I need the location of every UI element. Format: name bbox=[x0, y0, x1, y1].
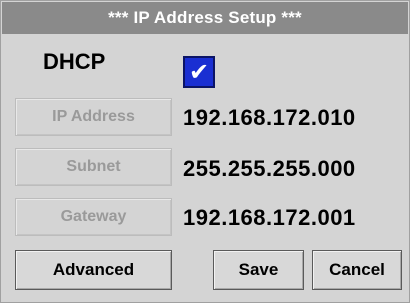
gateway-button[interactable]: Gateway bbox=[15, 198, 172, 236]
dialog-title: *** IP Address Setup *** bbox=[2, 2, 408, 34]
save-button[interactable]: Save bbox=[213, 250, 304, 290]
gateway-value: 192.168.172.001 bbox=[183, 205, 356, 230]
subnet-value: 255.255.255.000 bbox=[183, 156, 356, 181]
ip-address-value: 192.168.172.010 bbox=[183, 105, 356, 130]
ip-setup-dialog: *** IP Address Setup *** DHCP ✔ IP Addre… bbox=[0, 0, 410, 303]
dhcp-checkbox[interactable]: ✔ bbox=[183, 56, 215, 88]
dhcp-label: DHCP bbox=[43, 49, 106, 74]
ip-address-button[interactable]: IP Address bbox=[15, 98, 172, 136]
checkmark-icon: ✔ bbox=[188, 59, 210, 86]
cancel-button[interactable]: Cancel bbox=[312, 250, 402, 290]
subnet-button[interactable]: Subnet bbox=[15, 148, 172, 186]
advanced-button[interactable]: Advanced bbox=[15, 250, 172, 290]
